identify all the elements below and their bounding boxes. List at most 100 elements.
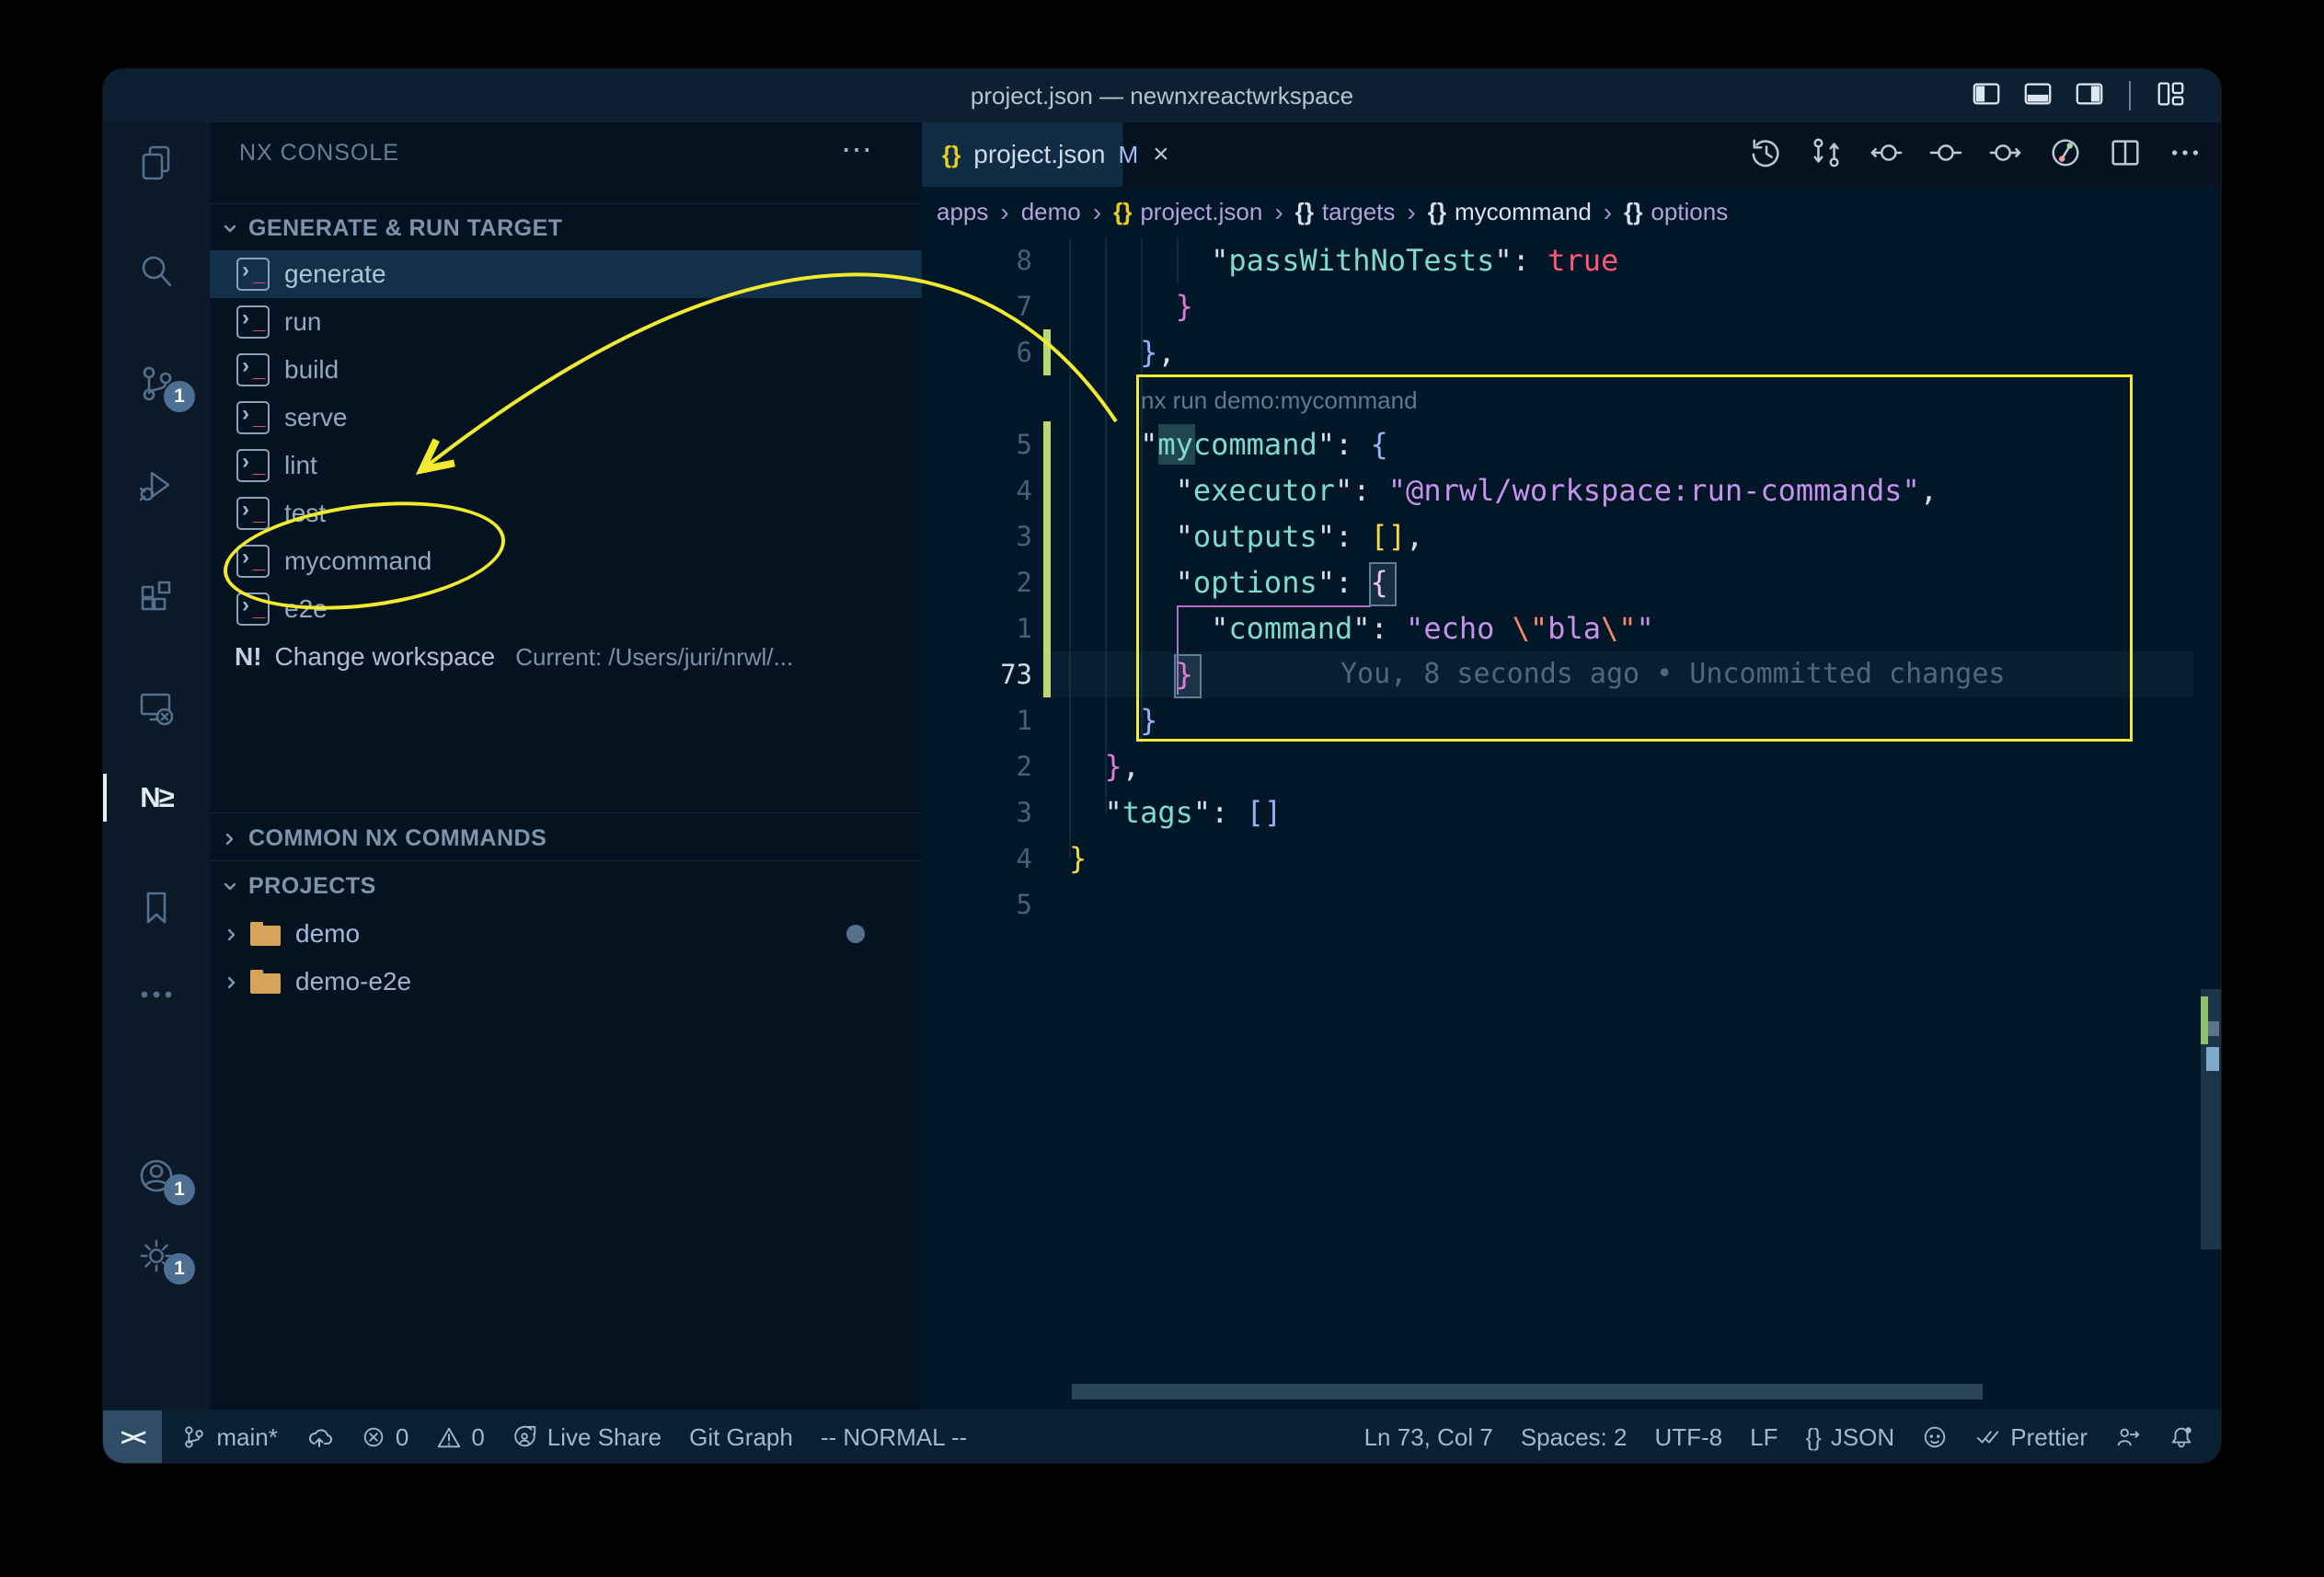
sidebar-item-serve[interactable]: ›_serve: [210, 394, 922, 442]
code-text: "tags": []: [1069, 789, 1282, 835]
customize-layout-icon[interactable]: [2155, 78, 2186, 114]
activity-item-search[interactable]: [103, 247, 210, 300]
activity-item-nx-console[interactable]: N≥: [103, 771, 210, 824]
project-item-demo[interactable]: demo: [210, 910, 922, 958]
close-tab-icon[interactable]: ×: [1153, 139, 1169, 170]
status-label: Prettier: [2010, 1423, 2088, 1452]
open-changes-icon[interactable]: [1928, 135, 1963, 175]
sidebar-item-build[interactable]: ›_build: [210, 346, 922, 394]
breadcrumb-item-demo[interactable]: demo: [1021, 198, 1081, 226]
activity-item-more-views[interactable]: [103, 970, 210, 1023]
breadcrumb-separator: ›: [1093, 198, 1101, 227]
chevron-right-icon: [223, 973, 241, 996]
project-item-demo-e2e[interactable]: demo-e2e: [210, 958, 922, 1006]
breadcrumb-item-options[interactable]: {}options: [1624, 198, 1728, 226]
code-text: "passWithNoTests": true: [1069, 237, 1618, 283]
braces-icon: {}: [1428, 198, 1446, 226]
breadcrumb-item-targets[interactable]: {}targets: [1295, 198, 1396, 226]
breadcrumb-item-mycommand[interactable]: {}mycommand: [1428, 198, 1592, 226]
previous-change-icon[interactable]: [1869, 135, 1904, 175]
screenshot-stage: project.json — newnxreactwrkspace 1 N≥ 11 …: [0, 0, 2324, 1577]
activity-item-remote-explorer[interactable]: [103, 683, 210, 736]
status-live-share[interactable]: Live Share: [499, 1410, 675, 1463]
git-branch-icon: [181, 1424, 207, 1450]
tab-project-json[interactable]: {} project.json M ×: [922, 122, 1123, 187]
status-label: Git Graph: [689, 1423, 793, 1452]
status-sync-status[interactable]: [292, 1410, 347, 1463]
status-indentation[interactable]: Spaces: 2: [1507, 1410, 1641, 1463]
status-git-branch[interactable]: main*: [167, 1410, 291, 1463]
breadcrumb-item-project-json[interactable]: {}project.json: [1113, 198, 1262, 226]
chevron-right-icon: [221, 828, 239, 855]
double-check-icon: [1975, 1424, 2001, 1450]
section-generate-run-target[interactable]: GENERATE & RUN TARGET: [210, 204, 922, 252]
sidebar-pane-header: NX CONSOLE ⋯: [210, 122, 922, 183]
status-label: -- NORMAL --: [821, 1423, 967, 1452]
status-formatter-prettier[interactable]: Prettier: [1962, 1410, 2101, 1463]
status-encoding[interactable]: UTF-8: [1640, 1410, 1736, 1463]
activity-item-manage[interactable]: 1: [103, 1231, 210, 1284]
status-git-graph[interactable]: Git Graph: [675, 1410, 807, 1463]
compare-changes-icon[interactable]: [1809, 135, 1844, 175]
activity-item-explorer[interactable]: [103, 138, 210, 191]
activity-item-source-control[interactable]: 1: [103, 359, 210, 412]
status-octoface[interactable]: [1908, 1410, 1962, 1463]
breadcrumb: apps›demo›{}project.json›{}targets›{}myc…: [922, 187, 2221, 237]
status-label: JSON: [1831, 1423, 1894, 1452]
section-projects[interactable]: PROJECTS: [210, 862, 922, 910]
run-and-debug-icon: [135, 464, 178, 511]
code-text: },: [1069, 329, 1176, 375]
status-remote-indicator[interactable]: ><: [103, 1410, 162, 1463]
status-label: Spaces: 2: [1521, 1423, 1628, 1452]
status-language-mode[interactable]: {}JSON: [1791, 1410, 1908, 1463]
code-line: 5: [922, 881, 2221, 927]
explorer-icon: [135, 142, 178, 189]
status-problems-errors[interactable]: 0: [347, 1410, 422, 1463]
activity-bar: 1 N≥ 1 1: [103, 122, 211, 1410]
timeline-history-icon[interactable]: [1749, 135, 1784, 175]
breadcrumb-item-apps[interactable]: apps: [937, 198, 988, 226]
sidebar-item-lint[interactable]: ›_lint: [210, 442, 922, 489]
window-title: project.json — newnxreactwrkspace: [103, 69, 2221, 122]
chevron-down-icon: [221, 876, 239, 903]
next-change-icon[interactable]: [1988, 135, 2023, 175]
line-number: 73: [922, 651, 1032, 697]
status-feedback[interactable]: [2101, 1410, 2155, 1463]
status-label: UTF-8: [1654, 1423, 1722, 1452]
status-vim-mode[interactable]: -- NORMAL --: [807, 1410, 981, 1463]
breadcrumb-label: options: [1651, 198, 1728, 226]
status-notifications[interactable]: [2155, 1410, 2208, 1463]
commit-graph-icon[interactable]: [2048, 135, 2083, 175]
line-number: 3: [922, 513, 1032, 559]
sidebar-item-run[interactable]: ›_run: [210, 298, 922, 346]
toggle-sidebar-right-icon[interactable]: [2074, 78, 2105, 114]
toggle-panel-bottom-icon[interactable]: [2022, 78, 2054, 114]
status-problems-warnings[interactable]: 0: [422, 1410, 498, 1463]
more-actions-icon[interactable]: [2168, 135, 2203, 175]
split-editor-icon[interactable]: [2108, 135, 2143, 175]
activity-item-accounts[interactable]: 1: [103, 1152, 210, 1205]
section-common-nx-commands[interactable]: COMMON NX COMMANDS: [210, 814, 922, 862]
status-cursor-position[interactable]: Ln 73, Col 7: [1351, 1410, 1507, 1463]
line-number: 8: [922, 237, 1032, 283]
gutter-modified-indicator: [1043, 605, 1051, 651]
run-target-icon: ›_: [236, 258, 270, 291]
activity-item-run-and-debug[interactable]: [103, 460, 210, 513]
code-editor[interactable]: 8 "passWithNoTests": true7 }6 },nx run d…: [922, 237, 2221, 1410]
line-number: 2: [922, 743, 1032, 789]
git-modified-badge: M: [1118, 141, 1138, 169]
sidebar-item-label: run: [284, 307, 321, 337]
status-eol[interactable]: LF: [1736, 1410, 1791, 1463]
activity-item-bookmarks[interactable]: [103, 883, 210, 937]
breadcrumb-separator: ›: [1000, 198, 1008, 227]
sidebar-item-generate[interactable]: ›_generate: [210, 250, 922, 298]
horizontal-scrollbar[interactable]: [1072, 1384, 1983, 1399]
sidebar-more-actions-icon[interactable]: ⋯: [841, 122, 874, 183]
code-text: }: [1069, 283, 1193, 329]
sidebar-item-change-workspace[interactable]: N!Change workspaceCurrent: /Users/juri/n…: [210, 633, 922, 681]
activity-item-extensions[interactable]: [103, 572, 210, 626]
warning-triangle-icon: [436, 1424, 462, 1450]
toggle-sidebar-left-icon[interactable]: [1971, 78, 2002, 114]
nx-logo-icon: N!: [235, 642, 262, 672]
line-number: 5: [922, 421, 1032, 467]
